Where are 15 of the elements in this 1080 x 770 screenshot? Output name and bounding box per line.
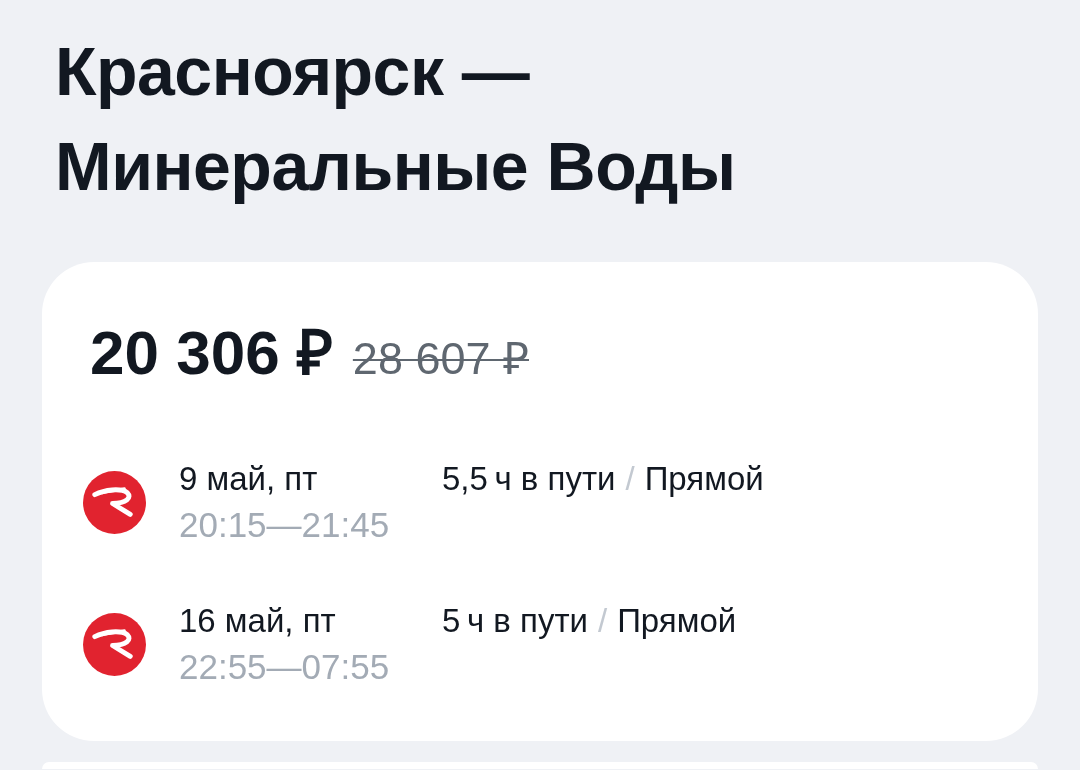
old-price: 28 607 ₽ bbox=[352, 336, 529, 381]
separator: / bbox=[597, 601, 608, 641]
flight-stops: Прямой bbox=[617, 601, 737, 641]
route-title: Красноярск — Минеральные Воды bbox=[55, 32, 737, 206]
flight-stops: Прямой bbox=[644, 459, 764, 499]
flight-times: 22:55—07:55 bbox=[179, 646, 391, 688]
flight-date: 16 май, пт bbox=[179, 601, 337, 641]
logo-icon bbox=[83, 470, 146, 534]
flight-duration: 5 ч в пути bbox=[442, 601, 588, 641]
logo-icon bbox=[83, 612, 146, 676]
flight-date: 9 май, пт bbox=[179, 459, 319, 499]
flight-times: 20:15—21:45 bbox=[179, 504, 391, 546]
price: 20 306 ₽ bbox=[90, 322, 333, 384]
separator: / bbox=[625, 459, 635, 499]
flight-duration: 5,5 ч в пути bbox=[442, 459, 616, 499]
